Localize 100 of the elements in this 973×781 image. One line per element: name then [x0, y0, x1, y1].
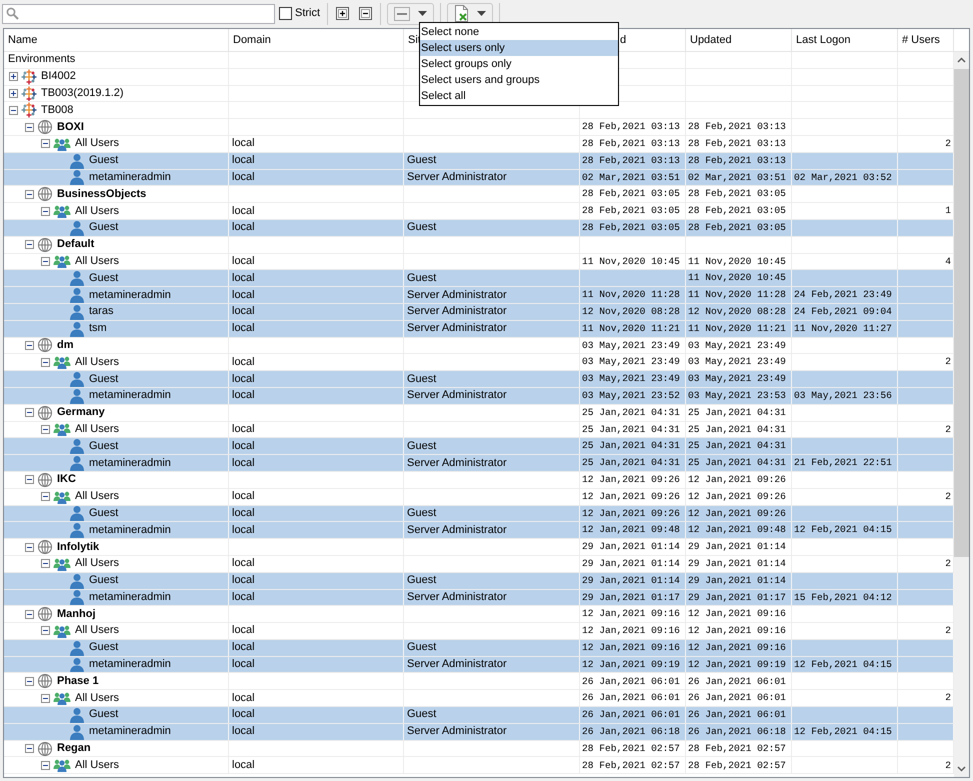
- expand-toggle[interactable]: [9, 88, 18, 98]
- expand-toggle[interactable]: [41, 424, 50, 434]
- expand-toggle[interactable]: [41, 694, 50, 703]
- table-cell: Guest: [404, 640, 580, 656]
- export-dropdown-button[interactable]: [447, 2, 494, 24]
- person-icon: [69, 506, 85, 522]
- tree-row[interactable]: Guest local Guest 28 Feb,2021 03:13 28 Feb,2021 03:13: [4, 152, 954, 170]
- table-cell: 28 Feb,2021 03:05: [686, 203, 792, 219]
- tree-row[interactable]: Phase 1 26 Jan,2021 06:01 26 Jan,2021 06:01: [4, 673, 954, 690]
- globe-icon: [37, 740, 53, 756]
- tree-row[interactable]: metamineradmin local Server Administrator 03 May,2021 23:52 03 May,2021 23:53 03 May,2021 23:56: [4, 388, 954, 405]
- tree-row[interactable]: metamineradmin local Server Administrator 12 Jan,2021 09:48 12 Jan,2021 09:48 12 Feb,2021 04:15: [4, 522, 954, 540]
- node-label: Guest: [89, 508, 118, 519]
- expand-toggle[interactable]: [25, 408, 34, 418]
- node-label: All Users: [75, 356, 120, 368]
- expand-toggle[interactable]: [25, 240, 34, 250]
- table-cell: Guest: [404, 506, 580, 522]
- node-label: BOXI: [57, 122, 84, 133]
- tree-row[interactable]: Manhoj 12 Jan,2021 09:16 12 Jan,2021 09:16: [4, 606, 954, 624]
- table-cell: 02 Mar,2021 03:51: [686, 170, 792, 186]
- expand-toggle[interactable]: [41, 626, 50, 636]
- table-cell: local: [229, 690, 404, 706]
- tree-row[interactable]: Guest local Guest 11 Nov,2020 10:45: [4, 270, 954, 288]
- tree-row[interactable]: IKC 12 Jan,2021 09:26 12 Jan,2021 09:26: [4, 472, 954, 489]
- node-label: All Users: [75, 256, 120, 267]
- node-label: IKC: [57, 474, 76, 486]
- expand-toggle[interactable]: [25, 676, 34, 686]
- person-icon: [69, 590, 85, 606]
- expand-toggle[interactable]: [9, 72, 18, 82]
- scrollbar[interactable]: [954, 52, 969, 777]
- table-cell: 12 Jan,2021 09:26: [686, 488, 792, 505]
- menu-item[interactable]: Select users only: [420, 40, 618, 56]
- tree-row[interactable]: metamineradmin local Server Administrator 25 Jan,2021 04:31 25 Jan,2021 04:31 21 Feb,2021 22:51: [4, 455, 954, 472]
- expand-toggle[interactable]: [25, 744, 34, 754]
- strict-checkbox[interactable]: [279, 7, 292, 20]
- expand-toggle[interactable]: [41, 206, 50, 216]
- tree-row[interactable]: metamineradmin local Server Administrator 29 Jan,2021 01:17 29 Jan,2021 01:17 15 Feb,2021 04:12: [4, 590, 954, 606]
- expand-toggle[interactable]: [25, 475, 34, 484]
- scrollbar-thumb[interactable]: [954, 69, 969, 557]
- table-cell: 02 Mar,2021 03:51: [580, 170, 686, 186]
- tree-row[interactable]: Default: [4, 236, 954, 254]
- node-label: tsm: [89, 323, 107, 334]
- table-cell: 12 Jan,2021 09:16: [580, 623, 686, 639]
- table-cell: 28 Feb,2021 02:57: [580, 740, 686, 756]
- menu-item[interactable]: Select all: [420, 88, 618, 104]
- expand-toggle[interactable]: [25, 340, 34, 350]
- tree-row[interactable]: dm 03 May,2021 23:49 03 May,2021 23:49: [4, 338, 954, 354]
- expand-toggle[interactable]: [25, 610, 34, 619]
- tree-row[interactable]: metamineradmin local Server Administrator 26 Jan,2021 06:18 26 Jan,2021 06:18 12 Feb,2021 04:15: [4, 724, 954, 741]
- line-dropdown-button[interactable]: [387, 2, 434, 24]
- node-label: metamineradmin: [89, 726, 171, 738]
- column-header[interactable]: Name: [4, 29, 229, 52]
- table-cell: local: [229, 254, 404, 270]
- tree-row[interactable]: Guest local Guest 26 Jan,2021 06:01 26 Jan,2021 06:01: [4, 707, 954, 724]
- tree-row[interactable]: Guest local Guest 03 May,2021 23:49 03 May,2021 23:49: [4, 371, 954, 388]
- expand-toggle[interactable]: [25, 122, 34, 132]
- column-header[interactable]: # Users: [898, 29, 954, 52]
- tree-row[interactable]: BusinessObjects 28 Feb,2021 03:05 28 Feb,2021 03:05: [4, 186, 954, 204]
- tree-row[interactable]: metamineradmin local Server Administrator 02 Mar,2021 03:51 02 Mar,2021 03:51 02 Mar,2021 03:52: [4, 170, 954, 186]
- expand-toggle[interactable]: [25, 190, 34, 199]
- menu-item[interactable]: Select users and groups: [420, 72, 618, 88]
- tree-row[interactable]: Guest local Guest 28 Feb,2021 03:05 28 Feb,2021 03:05: [4, 220, 954, 237]
- tree-row[interactable]: Germany 25 Jan,2021 04:31 25 Jan,2021 04:31: [4, 404, 954, 422]
- expand-toggle[interactable]: [9, 106, 18, 115]
- tree-row[interactable]: taras local Server Administrator 12 Nov,2020 08:28 12 Nov,2020 08:28 24 Feb,2021 09:04: [4, 304, 954, 321]
- tree-row[interactable]: tsm local Server Administrator 11 Nov,2020 11:21 11 Nov,2020 11:21 11 Nov,2020 11:27: [4, 320, 954, 338]
- tree-row[interactable]: Guest local Guest 25 Jan,2021 04:31 25 Jan,2021 04:31: [4, 438, 954, 456]
- table-cell: 03 May,2021 23:49: [580, 354, 686, 370]
- table-cell: local: [229, 656, 404, 672]
- column-header[interactable]: Last Logon: [792, 29, 898, 52]
- expand-toggle[interactable]: [25, 542, 34, 552]
- expand-toggle[interactable]: [41, 139, 50, 148]
- table-cell: 25 Jan,2021 04:31: [580, 455, 686, 471]
- expand-toggle[interactable]: [41, 492, 50, 502]
- table-cell: 28 Feb,2021 03:13: [686, 152, 792, 169]
- expand-toggle[interactable]: [41, 760, 50, 770]
- tree-row[interactable]: metamineradmin local Server Administrator 12 Jan,2021 09:19 12 Jan,2021 09:19 12 Feb,2021 04:15: [4, 656, 954, 674]
- table-cell: Guest: [404, 707, 580, 723]
- globe-icon: [37, 338, 53, 354]
- table-cell: Server Administrator: [404, 287, 580, 303]
- expand-toggle[interactable]: [41, 358, 50, 367]
- node-label: metamineradmin: [89, 290, 171, 301]
- tree-row[interactable]: Infolytik 29 Jan,2021 01:14 29 Jan,2021 01:14: [4, 539, 954, 556]
- tree-row[interactable]: Guest local Guest 12 Jan,2021 09:16 12 Jan,2021 09:16: [4, 640, 954, 657]
- table-cell: local: [229, 270, 404, 286]
- people-icon: [53, 254, 71, 270]
- tree-row[interactable]: Guest local Guest 29 Jan,2021 01:14 29 Jan,2021 01:14: [4, 572, 954, 590]
- tree-row[interactable]: Guest local Guest 12 Jan,2021 09:26 12 Jan,2021 09:26: [4, 506, 954, 522]
- tree-row[interactable]: metamineradmin local Server Administrator 11 Nov,2020 11:28 11 Nov,2020 11:28 24 Feb,2021 23:49: [4, 287, 954, 304]
- tree-row[interactable]: BOXI 28 Feb,2021 03:13 28 Feb,2021 03:13: [4, 119, 954, 136]
- search-field[interactable]: [2, 4, 275, 24]
- tree-row[interactable]: All Users local 28 Feb,2021 02:57 28 Feb,2021 02:57 2: [4, 757, 954, 774]
- column-header[interactable]: Updated: [686, 29, 792, 52]
- tree-row[interactable]: Regan 28 Feb,2021 02:57 28 Feb,2021 02:57: [4, 740, 954, 758]
- expand-toggle[interactable]: [41, 559, 50, 568]
- table-cell: 11 Nov,2020 11:28: [580, 287, 686, 303]
- column-header[interactable]: Domain: [229, 29, 404, 52]
- table-cell: 12 Jan,2021 09:48: [686, 522, 792, 538]
- table-cell: 25 Jan,2021 04:31: [580, 422, 686, 438]
- expand-toggle[interactable]: [41, 256, 50, 266]
